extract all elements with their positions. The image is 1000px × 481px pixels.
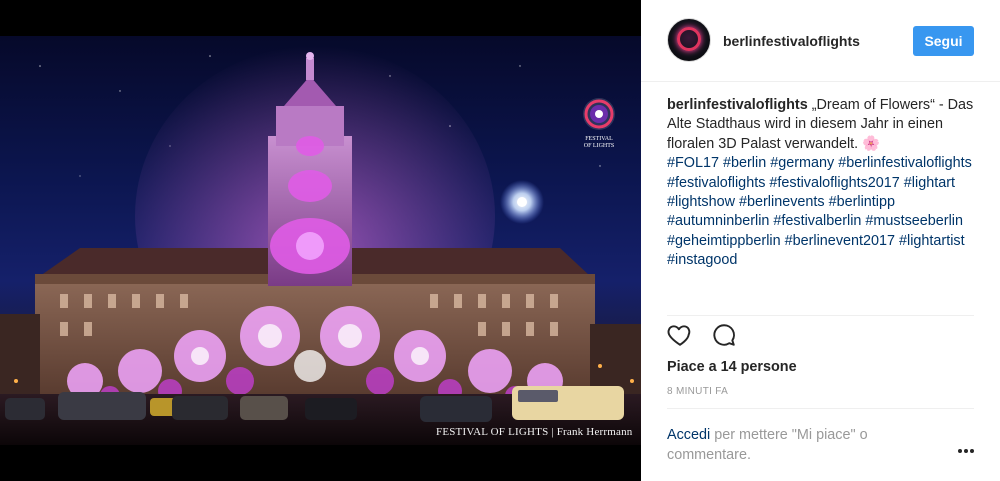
photo-credit: FESTIVAL OF LIGHTS | Frank Herrmann xyxy=(436,426,633,438)
hashtag-link[interactable]: #festivaloflights2017 xyxy=(769,175,899,191)
heart-icon[interactable] xyxy=(667,322,695,350)
hashtag-link[interactable]: #mustseeberlin xyxy=(865,213,963,229)
divider xyxy=(667,408,974,409)
post-viewer: FESTIVAL OF LIGHTS FESTIVAL OF LIGHTS | … xyxy=(0,0,1000,481)
hashtag-link[interactable]: #festivaloflights xyxy=(667,175,765,191)
caption-username[interactable]: berlinfestivaloflights xyxy=(667,97,808,113)
hashtag-list: #FOL17 #berlin #germany #berlinfestivalo… xyxy=(667,155,972,268)
hashtag-link[interactable]: #FOL17 xyxy=(667,155,719,171)
comment-icon[interactable] xyxy=(711,322,739,350)
svg-text:OF LIGHTS: OF LIGHTS xyxy=(584,143,615,149)
post-photo[interactable]: FESTIVAL OF LIGHTS xyxy=(0,36,641,445)
hashtag-link[interactable]: #lightart xyxy=(904,175,955,191)
likes-count[interactable]: Piace a 14 persone xyxy=(667,359,797,375)
hashtag-link[interactable]: #germany xyxy=(770,155,834,171)
post-header: berlinfestivaloflights Segui xyxy=(641,0,1000,82)
svg-text:FESTIVAL: FESTIVAL xyxy=(585,136,613,142)
profile-avatar[interactable] xyxy=(667,18,711,62)
post-sidebar: berlinfestivaloflights Segui berlinfesti… xyxy=(641,0,1000,481)
night-building-illustration xyxy=(0,46,641,445)
avatar-logo-icon xyxy=(677,27,701,51)
login-prompt: Accedi per mettere "Mi piace" o commenta… xyxy=(667,426,937,465)
more-options-icon[interactable] xyxy=(955,443,977,459)
hashtag-link[interactable]: #autumninberlin xyxy=(667,213,769,229)
post-timestamp[interactable]: 8 MINUTI FA xyxy=(667,386,728,397)
header-username[interactable]: berlinfestivaloflights xyxy=(723,33,860,49)
hashtag-link[interactable]: #berlinfestivaloflights xyxy=(838,155,972,171)
festival-of-lights-logo: FESTIVAL OF LIGHTS xyxy=(575,94,623,150)
hashtag-link[interactable]: #geheimtippberlin xyxy=(667,233,781,249)
hashtag-link[interactable]: #lightartist xyxy=(899,233,965,249)
hashtag-link[interactable]: #berlinevent2017 xyxy=(785,233,895,249)
post-caption: berlinfestivaloflights „Dream of Flowers… xyxy=(667,96,985,312)
hashtag-link[interactable]: #berlintipp xyxy=(829,194,895,210)
divider xyxy=(667,315,974,316)
hashtag-link[interactable]: #berlin xyxy=(723,155,766,171)
follow-button[interactable]: Segui xyxy=(913,26,974,56)
login-link[interactable]: Accedi xyxy=(667,427,710,443)
hashtag-link[interactable]: #festivalberlin xyxy=(773,213,861,229)
hashtag-link[interactable]: #lightshow xyxy=(667,194,735,210)
photo-pane: FESTIVAL OF LIGHTS FESTIVAL OF LIGHTS | … xyxy=(0,0,641,481)
hashtag-link[interactable]: #instagood xyxy=(667,252,737,268)
hashtag-link[interactable]: #berlinevents xyxy=(739,194,825,210)
